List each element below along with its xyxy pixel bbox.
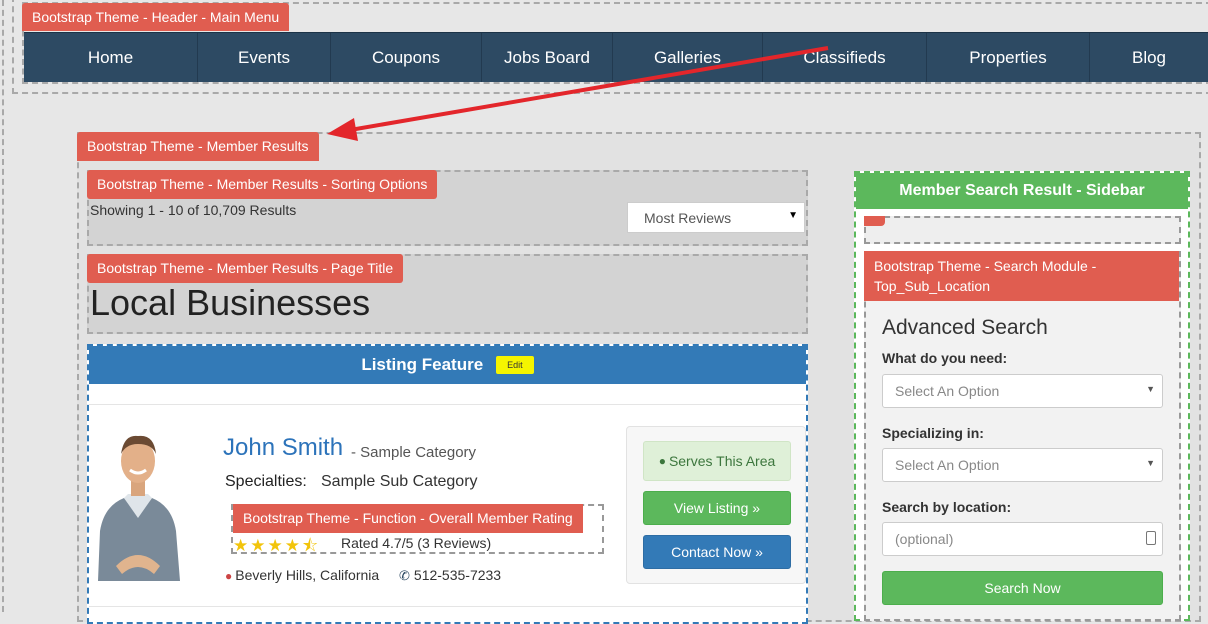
caret-down-icon: ▼ xyxy=(788,210,798,221)
location-input[interactable]: (optional) xyxy=(882,522,1163,556)
page-outer-border xyxy=(2,0,4,612)
member-location-text: Beverly Hills, California xyxy=(235,567,380,583)
nav-jobs-board[interactable]: Jobs Board xyxy=(482,33,613,82)
sidebar-header: Member Search Result - Sidebar xyxy=(856,173,1188,209)
listing-feature: Listing Feature Edit John Smith - Sample… xyxy=(87,344,808,624)
sort-dropdown[interactable]: Most Reviews ▼ xyxy=(627,202,805,233)
nav-home[interactable]: Home xyxy=(24,33,198,82)
header-region-tag: Bootstrap Theme - Header - Main Menu xyxy=(22,3,290,31)
specializing-select[interactable]: Select An Option ▼ xyxy=(882,448,1163,482)
star-icon: ★ xyxy=(284,536,302,555)
rating-tag: Bootstrap Theme - Function - Overall Mem… xyxy=(233,504,583,533)
search-now-button[interactable]: Search Now xyxy=(882,571,1163,605)
sort-dropdown-value: Most Reviews xyxy=(644,210,732,226)
member-name-link[interactable]: John Smith xyxy=(223,434,343,462)
serves-area-badge: ● Serves This Area xyxy=(643,441,791,481)
sorting-options-tag: Bootstrap Theme - Member Results - Sorti… xyxy=(87,170,438,199)
specializing-select-value: Select An Option xyxy=(895,457,1000,473)
specialties-label: Specialties: xyxy=(225,473,307,490)
member-phone: ✆ 512-535-7233 xyxy=(399,567,501,584)
star-icon: ★ xyxy=(267,536,285,555)
edit-button[interactable]: Edit xyxy=(496,356,534,374)
view-listing-button[interactable]: View Listing » xyxy=(643,491,791,525)
member-category: - Sample Category xyxy=(351,444,477,461)
listing-feature-header: Listing Feature Edit xyxy=(89,346,806,384)
star-icon: ★ xyxy=(250,536,268,555)
page-title: Local Businesses xyxy=(90,282,371,323)
location-label: Search by location: xyxy=(882,499,1012,515)
search-module-tag: Bootstrap Theme - Search Module - Top_Su… xyxy=(864,251,1179,301)
divider xyxy=(89,404,806,405)
caret-down-icon: ▼ xyxy=(1146,458,1155,468)
nav-galleries[interactable]: Galleries xyxy=(613,33,763,82)
specializing-label: Specializing in: xyxy=(882,425,984,441)
phone-icon: ✆ xyxy=(399,568,410,583)
nav-coupons[interactable]: Coupons xyxy=(331,33,482,82)
sidebar-empty-region xyxy=(864,216,1181,244)
member-photo[interactable] xyxy=(94,426,182,581)
need-select[interactable]: Select An Option ▼ xyxy=(882,374,1163,408)
contact-now-button[interactable]: Contact Now » xyxy=(643,535,791,569)
results-count: Showing 1 - 10 of 10,709 Results xyxy=(90,202,297,218)
main-menu: Home Events Coupons Jobs Board Galleries… xyxy=(24,32,1208,82)
nav-classifieds[interactable]: Classifieds xyxy=(763,33,927,82)
sidebar-empty-tag xyxy=(864,216,885,226)
map-marker-icon: ● xyxy=(225,569,233,583)
member-phone-text: 512-535-7233 xyxy=(413,567,502,583)
nav-events[interactable]: Events xyxy=(198,33,331,82)
star-rating: ★★★★⯪ xyxy=(233,533,320,562)
page-title-tag: Bootstrap Theme - Member Results - Page … xyxy=(87,254,404,283)
need-label: What do you need: xyxy=(882,350,1008,366)
nav-properties[interactable]: Properties xyxy=(927,33,1090,82)
caret-down-icon: ▼ xyxy=(1146,384,1155,394)
serves-area-label: Serves This Area xyxy=(668,453,776,469)
half-star-icon: ⯪ xyxy=(302,536,321,555)
member-location: ● Beverly Hills, California xyxy=(225,567,379,583)
listing-actions: ● Serves This Area View Listing » Contact… xyxy=(626,426,806,584)
star-icon: ★ xyxy=(233,536,251,555)
need-select-value: Select An Option xyxy=(895,383,1000,399)
address-card-icon xyxy=(1146,531,1156,545)
map-marker-icon: ● xyxy=(658,454,666,468)
advanced-search-title: Advanced Search xyxy=(882,316,1048,339)
location-input-placeholder: (optional) xyxy=(895,531,954,547)
specialties-value: Sample Sub Category xyxy=(321,473,478,490)
rating-text: Rated 4.7/5 (3 Reviews) xyxy=(341,535,492,551)
divider xyxy=(89,606,806,607)
member-results-tag: Bootstrap Theme - Member Results xyxy=(77,132,319,161)
nav-blog[interactable]: Blog xyxy=(1090,33,1208,82)
listing-feature-title: Listing Feature xyxy=(361,355,484,374)
